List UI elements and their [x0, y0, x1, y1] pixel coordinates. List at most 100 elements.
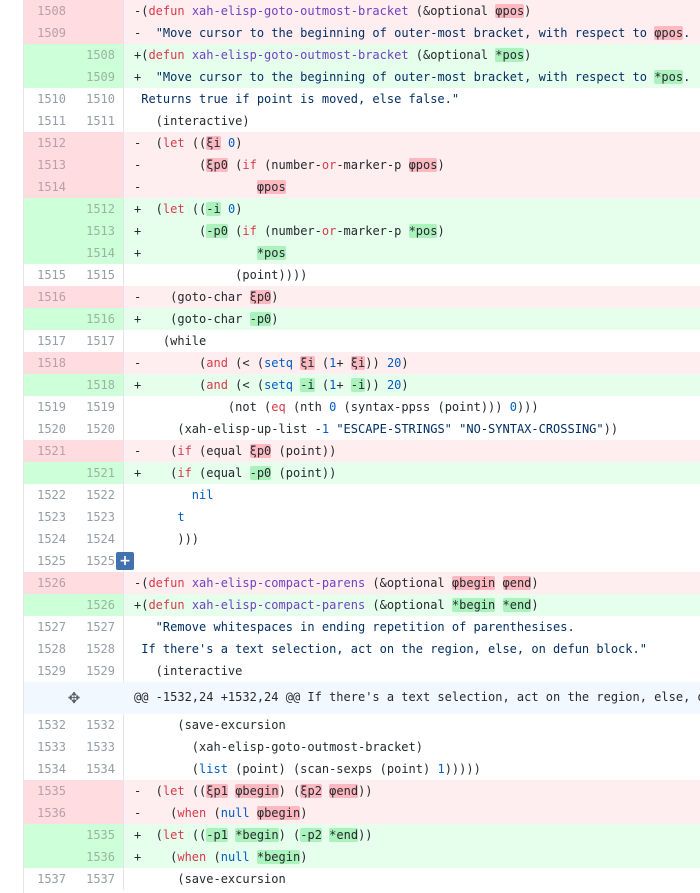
old-line-number[interactable]: [24, 44, 74, 66]
code-text: - (: [134, 806, 178, 820]
code-line: - φpos: [134, 176, 700, 198]
old-line-number[interactable]: 1513: [24, 154, 74, 176]
new-line-number[interactable]: 1536: [74, 846, 124, 868]
new-line-number[interactable]: 1535: [74, 824, 124, 846]
old-line-number[interactable]: [24, 824, 74, 846]
old-line-number[interactable]: 1534: [24, 758, 74, 780]
old-line-number[interactable]: 1523: [24, 506, 74, 528]
new-line-number[interactable]: [74, 572, 124, 594]
diff-row-ctx: 1511 1511 (interactive): [24, 110, 700, 132]
old-line-number[interactable]: [24, 220, 74, 242]
keyword-token: let: [162, 202, 185, 216]
old-line-number[interactable]: 1527: [24, 616, 74, 638]
new-line-number[interactable]: 1515: [74, 264, 124, 286]
new-line-number[interactable]: 1533: [74, 736, 124, 758]
code-text: ))): [134, 532, 200, 546]
old-line-number[interactable]: 1532: [24, 714, 74, 736]
string-token: .: [683, 70, 691, 84]
new-line-number[interactable]: 1508: [74, 44, 124, 66]
new-line-number[interactable]: 1532: [74, 714, 124, 736]
code-text: (: [314, 356, 330, 370]
new-line-number[interactable]: 1511: [74, 110, 124, 132]
old-line-number[interactable]: 1519: [24, 396, 74, 418]
old-line-number[interactable]: 1533: [24, 736, 74, 758]
added-token: *begin: [451, 598, 496, 612]
new-line-number[interactable]: 1512: [74, 198, 124, 220]
new-line-number[interactable]: [74, 0, 124, 22]
code-text: ): [531, 598, 539, 612]
new-line-number[interactable]: 1519: [74, 396, 124, 418]
new-line-number[interactable]: [74, 22, 124, 44]
new-line-number[interactable]: 1526: [74, 594, 124, 616]
new-line-number[interactable]: 1524: [74, 528, 124, 550]
new-line-number[interactable]: 1528: [74, 638, 124, 660]
old-line-number[interactable]: [24, 594, 74, 616]
new-line-number[interactable]: 1527: [74, 616, 124, 638]
new-line-number[interactable]: [74, 352, 124, 374]
new-line-number[interactable]: 1522: [74, 484, 124, 506]
new-line-number[interactable]: 1514: [74, 242, 124, 264]
old-line-number[interactable]: 1517: [24, 330, 74, 352]
new-line-number[interactable]: 1523: [74, 506, 124, 528]
old-line-number[interactable]: 1521: [24, 440, 74, 462]
new-line-number[interactable]: [74, 802, 124, 824]
old-line-number[interactable]: 1522: [24, 484, 74, 506]
new-line-number[interactable]: [74, 132, 124, 154]
new-line-number[interactable]: 1509: [74, 66, 124, 88]
diff-row-add: 1509 + "Move cursor to the beginning of o…: [24, 66, 700, 88]
code-line: + "Move cursor to the beginning of outer…: [134, 66, 700, 88]
new-line-number[interactable]: 1517: [74, 330, 124, 352]
old-line-number[interactable]: 1512: [24, 132, 74, 154]
old-line-number[interactable]: 1525: [24, 550, 74, 572]
old-line-number[interactable]: 1528: [24, 638, 74, 660]
new-line-number[interactable]: 1521: [74, 462, 124, 484]
code-text: - (: [134, 784, 163, 798]
diff-row-ctx: 1532 1532 (save-excursion: [24, 714, 700, 736]
new-line-number[interactable]: 1537: [74, 868, 124, 890]
new-line-number[interactable]: 1510: [74, 88, 124, 110]
code-line: + (let ((-i 0): [134, 198, 700, 220]
old-line-number[interactable]: 1529: [24, 660, 74, 682]
old-line-number[interactable]: [24, 462, 74, 484]
old-line-number[interactable]: 1510: [24, 88, 74, 110]
code-text: ((: [184, 202, 207, 216]
old-line-number[interactable]: 1520: [24, 418, 74, 440]
old-line-number[interactable]: 1508: [24, 0, 74, 22]
old-line-number[interactable]: [24, 66, 74, 88]
old-line-number[interactable]: [24, 846, 74, 868]
old-line-number[interactable]: [24, 308, 74, 330]
new-line-number[interactable]: 1534: [74, 758, 124, 780]
expand-lines-button[interactable]: +: [116, 552, 134, 570]
old-line-number[interactable]: 1516: [24, 286, 74, 308]
old-line-number[interactable]: 1524: [24, 528, 74, 550]
old-line-number[interactable]: 1536: [24, 802, 74, 824]
new-line-number[interactable]: 1513: [74, 220, 124, 242]
old-line-number[interactable]: [24, 374, 74, 396]
new-line-number[interactable]: [74, 286, 124, 308]
new-line-number[interactable]: [74, 154, 124, 176]
old-line-number[interactable]: 1509: [24, 22, 74, 44]
new-line-number[interactable]: [74, 440, 124, 462]
old-line-number[interactable]: 1535: [24, 780, 74, 802]
new-line-number[interactable]: [74, 780, 124, 802]
old-line-number[interactable]: 1515: [24, 264, 74, 286]
new-line-number[interactable]: [74, 176, 124, 198]
new-line-number[interactable]: 1529: [74, 660, 124, 682]
hunk-header-text: @@ -1532,24 +1532,24 @@ If there's a tex…: [134, 690, 700, 704]
old-line-number[interactable]: [24, 242, 74, 264]
old-line-number[interactable]: 1511: [24, 110, 74, 132]
old-line-number[interactable]: 1514: [24, 176, 74, 198]
new-line-number[interactable]: 1516: [74, 308, 124, 330]
code-text: ): [300, 806, 308, 820]
old-line-number[interactable]: 1537: [24, 868, 74, 890]
old-line-number[interactable]: 1518: [24, 352, 74, 374]
code-text: (: [227, 224, 243, 238]
function-name-token: xah-elisp-compact-parens: [191, 598, 366, 612]
old-line-number[interactable]: [24, 198, 74, 220]
old-line-number[interactable]: 1526: [24, 572, 74, 594]
new-line-number[interactable]: 1520: [74, 418, 124, 440]
code-line: Returns true if point is moved, else fal…: [134, 88, 700, 110]
builtin-token: setq: [264, 378, 293, 392]
new-line-number[interactable]: 1518: [74, 374, 124, 396]
expand-hunk-icon[interactable]: ✥: [24, 682, 124, 714]
